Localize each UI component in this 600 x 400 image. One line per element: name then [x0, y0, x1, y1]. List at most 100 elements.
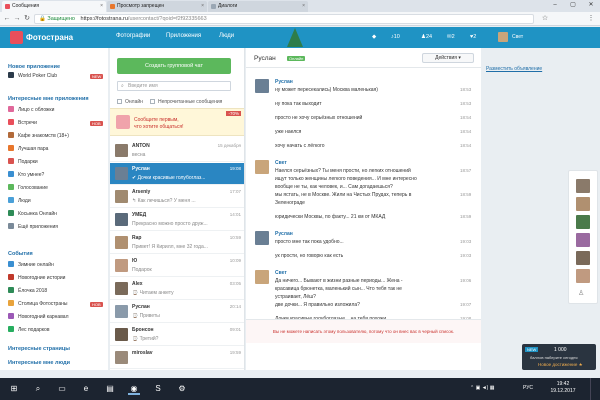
- nav-photos[interactable]: Фотографии: [116, 33, 150, 39]
- user-name[interactable]: Свет: [512, 34, 523, 40]
- forward-button[interactable]: →: [12, 14, 22, 24]
- avatar[interactable]: [576, 197, 590, 211]
- promo-banner[interactable]: Сообщите первым, что хотите общаться! -7…: [110, 108, 244, 136]
- blocked-notice: Вы не можете написать этому пользователю…: [246, 319, 481, 343]
- sidebar-item-event[interactable]: Столица Фотостраны НОВ: [8, 300, 103, 309]
- avatar[interactable]: [255, 270, 269, 284]
- search-input[interactable]: ⌕ Введите имя: [117, 81, 231, 91]
- avatar[interactable]: [255, 231, 269, 245]
- conversation-item[interactable]: Руслан ✔ Дочки красивые голубоглаз... 19:0…: [110, 163, 244, 185]
- create-group-chat-button[interactable]: Создать групповой чат: [117, 58, 231, 74]
- conversation-item[interactable]: Бронсон ⌚ Третий? 09:01: [110, 324, 244, 346]
- post-ad-link[interactable]: Разместить объявление: [486, 66, 542, 72]
- sidebar-item-app[interactable]: Лицо с обложки: [8, 106, 54, 115]
- message-time: 18:53: [460, 87, 472, 92]
- close-icon[interactable]: ×: [302, 1, 305, 12]
- messages-icon[interactable]: ✉2: [447, 34, 455, 40]
- reload-button[interactable]: ↻: [22, 14, 32, 24]
- sidebar-item-app[interactable]: Люди: [8, 197, 31, 206]
- fotostrana-icon: [5, 4, 10, 9]
- achievement-link[interactable]: Новое достижение ★: [538, 362, 583, 368]
- conversation-item[interactable]: УМЕД Прекрасно можно просто друж... 14:01: [110, 209, 244, 231]
- sidebar-item-event[interactable]: Ёлочка 2018: [8, 287, 47, 296]
- sidebar-item-app[interactable]: Ещё приложения: [8, 223, 58, 232]
- skype-icon[interactable]: S: [152, 383, 164, 395]
- actions-dropdown[interactable]: Действия ▾: [422, 53, 474, 63]
- chrome-icon[interactable]: ◉: [128, 383, 140, 395]
- avatar: [115, 305, 128, 318]
- conversation-item[interactable]: Ю Подарок 10:09: [110, 255, 244, 277]
- minimize-button[interactable]: –: [546, 0, 564, 11]
- notifications-icon[interactable]: ♥2: [470, 34, 476, 40]
- chat-partner-name[interactable]: Руслан: [254, 55, 276, 62]
- url-field[interactable]: 🔒 Защищено https://fotostrana.ru/usercon…: [34, 14, 534, 24]
- message-sender[interactable]: Руслан: [275, 79, 293, 85]
- tab-dialogs[interactable]: Диалоги ×: [208, 1, 308, 12]
- avatar[interactable]: [576, 251, 590, 265]
- lock-icon: 🔒: [39, 16, 46, 22]
- conversation-item[interactable]: Rap Привет! Я Кирилл, мне 32 года... 10:59: [110, 232, 244, 254]
- sidebar-heading-pages[interactable]: Интересные страницы: [8, 346, 70, 352]
- conversation-item[interactable]: Руслан ⌚ Приветы 20:14: [110, 301, 244, 323]
- sidebar-item-app[interactable]: Кафе знакомств (18+): [8, 132, 69, 141]
- show-desktop-button[interactable]: [590, 378, 600, 400]
- clock[interactable]: 19:42 19.12.2017: [543, 381, 583, 395]
- avatar[interactable]: [255, 160, 269, 174]
- avatar[interactable]: [576, 233, 590, 247]
- tab-forbidden[interactable]: Просмотр запрещен ×: [107, 1, 207, 12]
- browser-menu-icon[interactable]: ⋮: [586, 14, 596, 24]
- conversation-item[interactable]: ANTON весна 15 декабря: [110, 140, 244, 162]
- sidebar-item-event[interactable]: Новогодние истории: [8, 274, 65, 283]
- conversation-name: Бронсон: [132, 327, 154, 333]
- conversation-item[interactable]: Arseniy ↰ Как лечишься? У меня ... 17:07: [110, 186, 244, 208]
- sidebar-item-app[interactable]: Голосование: [8, 184, 48, 193]
- window-close-button[interactable]: ✕: [582, 0, 600, 11]
- close-icon[interactable]: ×: [201, 1, 204, 12]
- conversation-preview: Подарок: [132, 267, 152, 273]
- message-sender[interactable]: Свет: [275, 270, 287, 276]
- tab-messages[interactable]: Сообщения ×: [2, 1, 106, 12]
- site-logo[interactable]: Фотострана: [10, 31, 73, 44]
- sidebar-item-app[interactable]: Кто умнее?: [8, 171, 44, 180]
- sidebar-item-world-poker[interactable]: World Poker Club NEW: [8, 72, 104, 81]
- back-button[interactable]: ←: [2, 14, 12, 24]
- chat-header: Руслан Онлайн Действия ▾: [246, 48, 481, 68]
- avatar[interactable]: [576, 215, 590, 229]
- sidebar-item-event[interactable]: Новогодний карнавал: [8, 313, 69, 322]
- settings-icon[interactable]: ⚙: [176, 383, 188, 395]
- task-view-icon[interactable]: ▭: [56, 383, 68, 395]
- start-icon[interactable]: ⊞: [8, 383, 20, 395]
- sidebar-item-event[interactable]: Зимние онлайн: [8, 261, 54, 270]
- nav-people[interactable]: Люди: [219, 33, 234, 39]
- sidebar-item-app[interactable]: Встречи НОВ: [8, 119, 103, 128]
- unread-filter-checkbox[interactable]: Непрочитанные сообщения: [150, 99, 222, 105]
- search-icon[interactable]: ⌕: [32, 383, 44, 395]
- maximize-button[interactable]: ▢: [564, 0, 582, 11]
- conversation-item[interactable]: Alex ⌚ Читаем анкету 03:05: [110, 278, 244, 300]
- language-indicator[interactable]: РУС: [523, 385, 533, 391]
- tray-icons[interactable]: ⌃ ▣ ◄) ▦: [470, 385, 494, 391]
- sidebar-item-event[interactable]: Лес подарков: [8, 326, 50, 335]
- avatar[interactable]: [576, 269, 590, 283]
- message-sender[interactable]: Руслан: [275, 231, 293, 237]
- conversation-item[interactable]: miroslav 19:59: [110, 347, 244, 369]
- message-sender[interactable]: Свет: [275, 160, 287, 166]
- guests-icon[interactable]: ♟24: [421, 34, 432, 40]
- music-icon[interactable]: ♪10: [391, 34, 400, 40]
- close-icon[interactable]: ×: [100, 1, 103, 12]
- avatar[interactable]: [255, 79, 269, 93]
- achievement-popup[interactable]: NEW 1 000 баллов наберите сегодня Новое …: [522, 344, 596, 370]
- online-filter-checkbox[interactable]: Онлайн: [117, 99, 143, 105]
- edge-icon[interactable]: e: [80, 383, 92, 395]
- sidebar-heading-people[interactable]: Интересные мне люди: [8, 360, 70, 366]
- sidebar-item-app[interactable]: Подарки: [8, 158, 38, 167]
- nav-apps[interactable]: Приложения: [166, 33, 201, 39]
- bookmark-star-icon[interactable]: ☆: [540, 14, 550, 24]
- avatar[interactable]: [576, 179, 590, 193]
- sidebar-item-app[interactable]: Лучшая пара: [8, 145, 48, 154]
- explorer-icon[interactable]: ▤: [104, 383, 116, 395]
- avatar[interactable]: [498, 32, 508, 42]
- sidebar-item-app[interactable]: Косынка Онлайн: [8, 210, 57, 219]
- diamond-icon[interactable]: ◆: [372, 34, 376, 40]
- people-icon[interactable]: ♙: [578, 289, 584, 297]
